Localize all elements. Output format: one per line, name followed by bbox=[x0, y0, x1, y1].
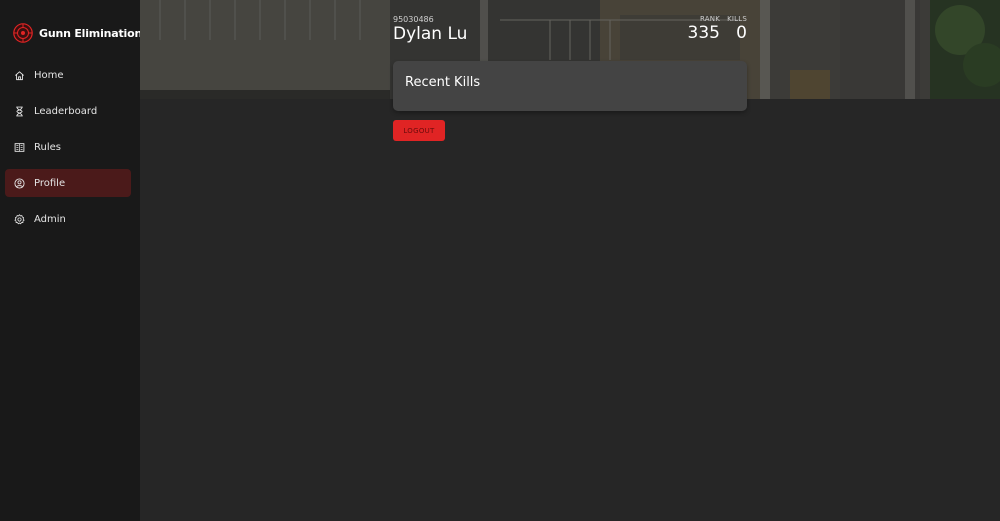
brand[interactable]: Gunn Elimination bbox=[13, 23, 142, 43]
kills-stat: KILLS 0 bbox=[727, 15, 747, 43]
app-title: Gunn Elimination bbox=[39, 26, 143, 40]
sidebar-item-label: Leaderboard bbox=[34, 105, 98, 117]
recent-kills-title: Recent Kills bbox=[405, 75, 481, 90]
sidebar-item-home[interactable]: Home bbox=[5, 61, 131, 89]
recent-kills-card: Recent Kills bbox=[393, 61, 747, 111]
sidebar-item-label: Rules bbox=[34, 141, 61, 153]
hourglass-icon bbox=[14, 106, 25, 117]
rank-value: 335 bbox=[687, 23, 720, 43]
rank-stat: RANK 335 bbox=[688, 15, 720, 43]
target-crosshair-icon bbox=[13, 23, 33, 43]
sidebar-item-label: Profile bbox=[34, 177, 66, 189]
sidebar: Gunn Elimination Home Leaderboard Rules … bbox=[0, 0, 142, 521]
gear-icon bbox=[14, 213, 25, 225]
kills-value: 0 bbox=[736, 23, 747, 43]
player-name: Dylan Lu bbox=[393, 24, 468, 44]
sidebar-item-admin[interactable]: Admin bbox=[5, 205, 131, 233]
sidebar-item-leaderboard[interactable]: Leaderboard bbox=[5, 97, 131, 125]
sidebar-item-rules[interactable]: Rules bbox=[5, 133, 131, 161]
kills-label: KILLS bbox=[727, 15, 747, 23]
user-circle-icon bbox=[14, 177, 25, 189]
player-id: 95030486 bbox=[393, 15, 434, 24]
sidebar-item-profile[interactable]: Profile bbox=[5, 169, 131, 197]
sidebar-item-label: Home bbox=[34, 69, 64, 81]
sidebar-item-label: Admin bbox=[34, 213, 66, 225]
logout-button[interactable]: LOGOUT bbox=[393, 120, 445, 141]
rank-label: RANK bbox=[700, 15, 720, 23]
rules-book-icon bbox=[14, 142, 25, 153]
home-icon bbox=[14, 70, 25, 81]
sidebar-nav: Home Leaderboard Rules Profile Admin bbox=[5, 61, 131, 241]
